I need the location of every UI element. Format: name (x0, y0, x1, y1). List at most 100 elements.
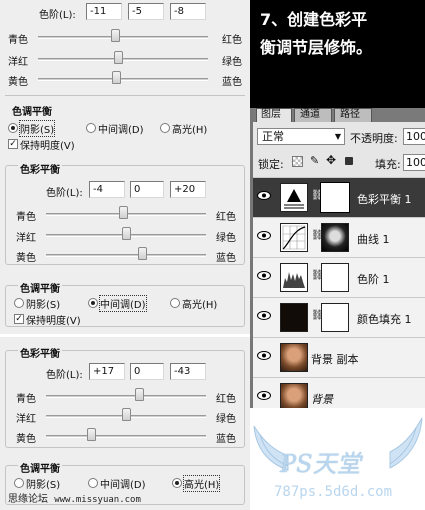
eye-icon[interactable] (257, 191, 271, 200)
cyan-red-slider-thumb[interactable] (110, 29, 120, 42)
opacity-value: 100 (406, 130, 425, 143)
highlights-label[interactable]: 高光(H) (182, 475, 221, 492)
layer-row-color-fill[interactable]: ⛓ 颜色填充 1 (253, 297, 425, 337)
levels-cyan-red-input[interactable]: -4 (89, 181, 125, 198)
magenta-green-slider-thumb[interactable] (122, 227, 131, 240)
blue-label: 蓝色 (222, 77, 242, 88)
levels-magenta-green-input[interactable]: 0 (130, 363, 164, 380)
layer-mask-thumbnail (321, 303, 349, 332)
preserve-luminosity-checkbox[interactable]: ✓ (14, 314, 24, 324)
shadows-radio[interactable] (14, 478, 24, 488)
highlights-radio[interactable] (170, 298, 180, 308)
lock-transparent-icon[interactable] (292, 156, 303, 167)
midtones-label[interactable]: 中间调(D) (99, 295, 147, 312)
layer-name[interactable]: 色阶 1 (357, 271, 390, 287)
highlights-radio[interactable] (172, 478, 182, 488)
tab-channels[interactable]: 通道 (294, 108, 332, 122)
shadows-radio[interactable] (8, 123, 18, 133)
chevron-down-icon: ▼ (334, 132, 341, 141)
layer-name[interactable]: 曲线 1 (357, 231, 390, 247)
midtones-radio[interactable] (88, 478, 98, 488)
shadows-label[interactable]: 阴影(S) (18, 120, 56, 137)
opacity-input[interactable]: 100 (403, 128, 425, 145)
highlights-label[interactable]: 高光(H) (182, 296, 217, 311)
cyan-label: 青色 (16, 212, 36, 223)
tab-paths-label: 路径 (340, 109, 360, 120)
levels-yellow-blue-input[interactable]: -43 (170, 363, 206, 380)
levels-cyan-red-input[interactable]: +17 (89, 363, 125, 380)
preserve-luminosity-label[interactable]: 保持明度(V) (26, 312, 81, 327)
curves-adjustment-icon (280, 223, 308, 252)
layer-name[interactable]: 色彩平衡 1 (357, 191, 412, 207)
instruction-box: 7、创建色彩平 衡调节层修饰。 (250, 0, 425, 108)
cyan-red-slider-track[interactable] (38, 36, 208, 39)
levels-magenta-green-input[interactable]: 0 (130, 181, 164, 198)
layer-name[interactable]: 背景 (311, 391, 333, 407)
tone-balance-title: 色调平衡 (18, 460, 62, 475)
tab-layers[interactable]: 图层 (256, 108, 292, 122)
yellow-blue-slider-thumb[interactable] (138, 247, 147, 260)
yellow-blue-slider-track[interactable] (46, 254, 206, 257)
brand-watermark: PS天堂 787ps.5d6d.com (250, 408, 425, 510)
midtones-label[interactable]: 中间调(D) (98, 121, 144, 136)
layer-row-color-balance[interactable]: ⛓ 色彩平衡 1 (253, 177, 425, 217)
layer-row-curves[interactable]: ⛓ 曲线 1 (253, 217, 425, 257)
fill-input[interactable]: 100 (403, 154, 425, 171)
cyan-red-slider-track[interactable] (46, 395, 206, 398)
tab-paths[interactable]: 路径 (334, 108, 372, 122)
lock-move-icon[interactable]: ✥ (326, 153, 336, 167)
eye-icon[interactable] (257, 271, 271, 280)
shadows-label[interactable]: 阴影(S) (26, 296, 60, 311)
magenta-green-slider-track[interactable] (38, 58, 208, 61)
shadows-label[interactable]: 阴影(S) (26, 476, 60, 491)
levels-adjustment-icon (280, 263, 308, 292)
highlights-label[interactable]: 高光(H) (172, 121, 207, 136)
preserve-luminosity-checkbox[interactable]: ✓ (8, 139, 18, 149)
highlights-radio[interactable] (160, 123, 170, 133)
midtones-radio[interactable] (86, 123, 96, 133)
cyan-red-slider-thumb[interactable] (118, 206, 128, 219)
instruction-line-2: 衡调节层修饰。 (260, 38, 373, 57)
layer-row-background-copy[interactable]: 背景 副本 (253, 337, 425, 377)
levels-cyan-red-input[interactable]: -11 (86, 3, 122, 20)
levels-magenta-green-input[interactable]: -5 (128, 3, 164, 20)
eye-icon[interactable] (257, 351, 271, 360)
yellow-blue-slider-thumb[interactable] (112, 71, 122, 84)
color-balance-title: 色彩平衡 (18, 161, 62, 176)
blend-mode-select[interactable]: 正常 ▼ (257, 128, 345, 145)
yellow-blue-slider-track[interactable] (38, 78, 208, 81)
cyan-label: 青色 (16, 394, 36, 405)
yellow-blue-slider-track[interactable] (46, 435, 206, 438)
magenta-label: 洋红 (16, 414, 36, 425)
levels-yellow-blue-input[interactable]: -8 (170, 3, 206, 20)
yellow-blue-slider-thumb[interactable] (86, 428, 96, 441)
eye-icon[interactable] (257, 311, 271, 320)
midtones-radio[interactable] (88, 298, 98, 308)
magenta-label: 洋红 (8, 57, 28, 68)
yellow-label: 黄色 (16, 253, 36, 264)
levels-yellow-blue-input[interactable]: +20 (170, 181, 206, 198)
eye-icon[interactable] (257, 231, 271, 240)
lock-label: 锁定: (258, 158, 284, 171)
panel-separator (0, 334, 250, 337)
lock-all-icon[interactable] (345, 157, 353, 165)
tab-channels-label: 通道 (300, 109, 320, 120)
blue-label: 蓝色 (216, 434, 236, 445)
cyan-red-slider-thumb[interactable] (134, 388, 144, 401)
shadows-radio[interactable] (14, 298, 24, 308)
layer-row-background[interactable]: 背景 (253, 377, 425, 412)
layer-mask-thumbnail (320, 182, 350, 213)
midtones-label[interactable]: 中间调(D) (100, 476, 146, 491)
levels-label: 色阶(L): (46, 370, 83, 381)
layer-name[interactable]: 颜色填充 1 (357, 311, 412, 327)
layer-name[interactable]: 背景 副本 (311, 351, 359, 367)
eye-icon[interactable] (257, 391, 271, 400)
layer-row-levels[interactable]: ⛓ 色阶 1 (253, 257, 425, 297)
tab-layers-label: 图层 (261, 109, 281, 120)
yellow-label: 黄色 (8, 77, 28, 88)
magenta-green-slider-thumb[interactable] (122, 408, 131, 421)
color-balance-adjustment-icon (280, 183, 308, 212)
lock-paint-icon[interactable]: ✎ (310, 154, 319, 167)
preserve-luminosity-label[interactable]: 保持明度(V) (20, 137, 75, 152)
magenta-green-slider-thumb[interactable] (113, 51, 123, 64)
